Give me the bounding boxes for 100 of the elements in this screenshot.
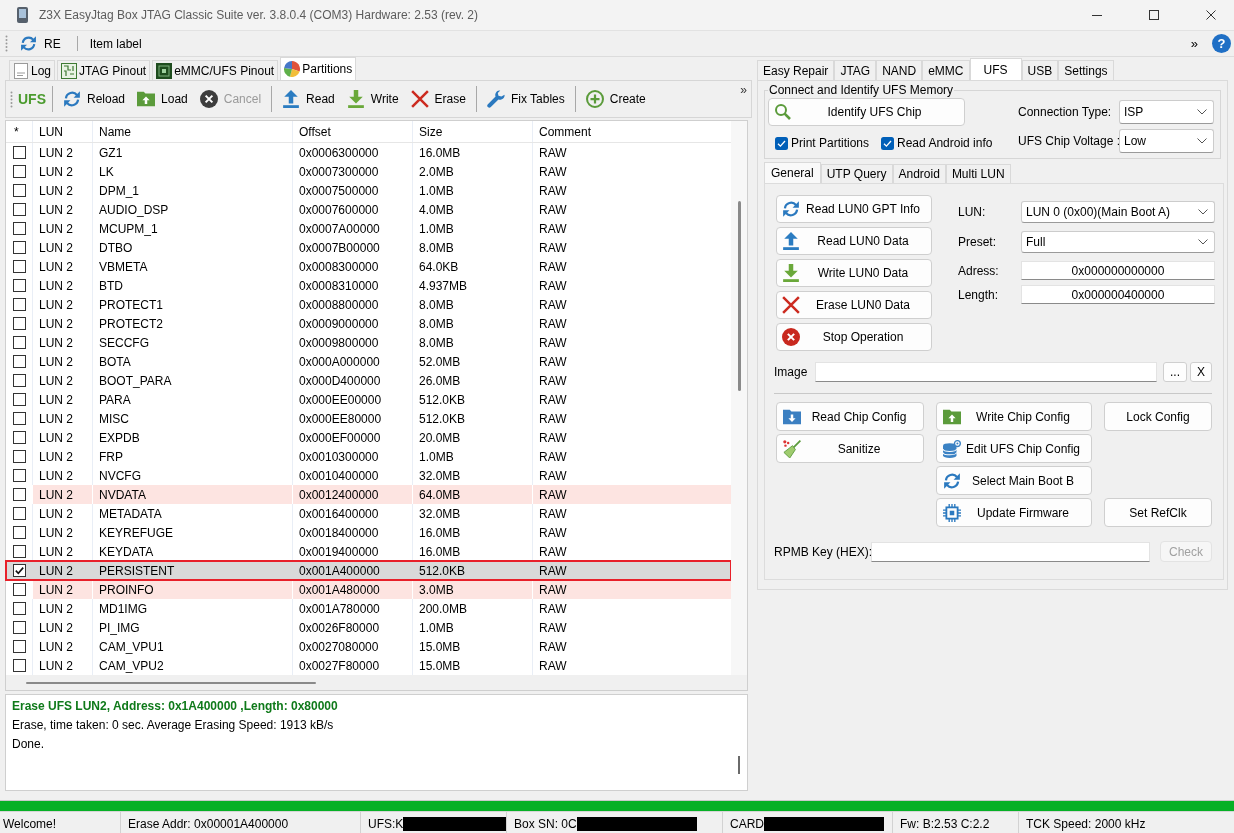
checkbox[interactable] xyxy=(13,621,26,634)
checkbox[interactable] xyxy=(13,165,26,178)
tab[interactable]: eMMC/UFS Pinout xyxy=(152,60,279,80)
dropdown[interactable]: Full xyxy=(1021,231,1215,253)
tab[interactable]: Android xyxy=(892,164,946,183)
horizontal-scrollbar[interactable] xyxy=(6,675,747,690)
config-button[interactable]: Set RefClk xyxy=(1104,498,1212,527)
table-cell-text: RAW xyxy=(538,182,568,200)
toolbar-button[interactable]: Load xyxy=(133,85,192,113)
tab[interactable]: UFS xyxy=(969,58,1022,80)
config-button[interactable]: Update Firmware xyxy=(936,498,1092,527)
checkbox[interactable] xyxy=(13,146,26,159)
toolbar-button[interactable]: Read xyxy=(278,85,339,113)
tab[interactable]: JTAG Pinout xyxy=(57,60,151,80)
grip-handle-icon[interactable] xyxy=(5,35,8,52)
browse-button[interactable]: ... xyxy=(1163,362,1187,382)
checkbox[interactable] xyxy=(13,203,26,216)
clear-button[interactable]: X xyxy=(1190,362,1213,382)
checkbox[interactable] xyxy=(13,602,26,615)
column-header[interactable]: Size xyxy=(413,121,533,142)
help-button[interactable]: ? xyxy=(1212,34,1231,53)
rpmb-key-field[interactable] xyxy=(871,541,1150,562)
status-text: Box SN: 0C xyxy=(514,816,577,831)
checkbox[interactable] xyxy=(13,564,26,577)
toolbar-button[interactable]: Reload xyxy=(59,85,130,113)
action-button[interactable]: Read LUN0 Data xyxy=(776,227,932,255)
tab[interactable]: Settings xyxy=(1058,60,1114,80)
toolbar-button[interactable]: Create xyxy=(581,85,650,113)
checkbox[interactable] xyxy=(13,336,26,349)
column-header[interactable]: Offset xyxy=(293,121,413,142)
config-button[interactable]: Edit UFS Chip Config xyxy=(936,434,1092,463)
checkbox[interactable] xyxy=(881,136,895,150)
column-header[interactable]: LUN xyxy=(33,121,93,142)
checkbox[interactable] xyxy=(13,298,26,311)
column-header[interactable]: * xyxy=(6,121,33,142)
checkbox[interactable] xyxy=(13,526,26,539)
toolbar-button[interactable]: RE xyxy=(16,33,65,54)
chevron-down-icon xyxy=(1198,239,1208,245)
checkbox[interactable] xyxy=(13,431,26,444)
tab[interactable]: Multi LUN xyxy=(945,164,1011,183)
checkbox[interactable] xyxy=(13,317,26,330)
table-cell-text: RAW xyxy=(538,201,568,219)
checkbox[interactable] xyxy=(13,583,26,596)
checkbox[interactable] xyxy=(13,241,26,254)
tab[interactable]: NAND xyxy=(876,60,923,80)
image-path-field[interactable] xyxy=(815,362,1157,382)
checkbox[interactable] xyxy=(13,488,26,501)
tab[interactable]: JTAG xyxy=(834,60,877,80)
checkbox[interactable] xyxy=(13,222,26,235)
dropdown[interactable]: Low xyxy=(1119,129,1214,153)
overflow-button[interactable]: » xyxy=(740,83,747,97)
checkbox[interactable] xyxy=(13,184,26,197)
toolbar-button[interactable]: Write xyxy=(342,85,403,113)
config-button[interactable]: Write Chip Config xyxy=(936,402,1092,431)
action-button[interactable]: Stop Operation xyxy=(776,323,932,351)
checkbox[interactable] xyxy=(13,507,26,520)
toolbar-button[interactable]: Fix Tables xyxy=(482,85,569,113)
identify-button[interactable]: Identify UFS Chip xyxy=(768,98,965,126)
tab[interactable]: USB xyxy=(1021,60,1059,80)
column-header[interactable]: Comment xyxy=(533,121,731,142)
column-header[interactable]: Name xyxy=(93,121,293,142)
tab[interactable]: General xyxy=(764,162,821,183)
checkbox[interactable] xyxy=(13,260,26,273)
checkbox[interactable] xyxy=(13,374,26,387)
config-button[interactable]: Lock Config xyxy=(1104,402,1212,431)
x-circle-icon xyxy=(782,328,800,346)
grip-handle-icon[interactable] xyxy=(10,90,13,108)
table-cell-text: RAW xyxy=(538,163,568,181)
checkbox[interactable] xyxy=(13,450,26,463)
action-button[interactable]: Erase LUN0 Data xyxy=(776,291,932,319)
overflow-button[interactable]: » xyxy=(1186,36,1202,51)
checkbox[interactable] xyxy=(13,279,26,292)
tab[interactable]: Partitions xyxy=(280,57,357,80)
checkbox[interactable] xyxy=(13,412,26,425)
table-row[interactable]: LUN 2 PERSISTENT 0x001A400000 512.0KB RAW xyxy=(6,561,731,580)
tab[interactable]: Log xyxy=(9,60,56,80)
config-button[interactable]: Read Chip Config xyxy=(776,402,924,431)
text-field[interactable]: 0x000000000000 xyxy=(1021,261,1215,280)
config-button[interactable]: Select Main Boot B xyxy=(936,466,1092,495)
action-button[interactable]: Write LUN0 Data xyxy=(776,259,932,287)
tab[interactable]: Easy Repair xyxy=(757,60,835,80)
tab[interactable]: eMMC xyxy=(922,60,970,80)
checkbox[interactable] xyxy=(13,659,26,672)
dropdown[interactable]: ISP xyxy=(1119,100,1214,124)
table-cell-text: RAW xyxy=(538,486,568,504)
toolbar-button[interactable]: Erase xyxy=(406,85,470,113)
table-row[interactable]: LUN 2 NVDATA 0x0012400000 64.0MB RAW xyxy=(6,485,731,504)
config-button[interactable]: Sanitize xyxy=(776,434,924,463)
dropdown[interactable]: LUN 0 (0x00)(Main Boot A) xyxy=(1021,201,1215,223)
tab[interactable]: UTP Query xyxy=(820,164,893,183)
checkbox[interactable] xyxy=(13,545,26,558)
scrollbar-thumb[interactable] xyxy=(738,756,740,774)
action-button[interactable]: Read LUN0 GPT Info xyxy=(776,195,932,223)
checkbox[interactable] xyxy=(775,136,788,150)
checkbox[interactable] xyxy=(13,393,26,406)
checkbox[interactable] xyxy=(13,355,26,368)
checkbox[interactable] xyxy=(13,469,26,482)
text-field[interactable]: 0x000000400000 xyxy=(1021,285,1215,304)
vertical-scrollbar[interactable] xyxy=(731,121,747,675)
checkbox[interactable] xyxy=(13,640,26,653)
